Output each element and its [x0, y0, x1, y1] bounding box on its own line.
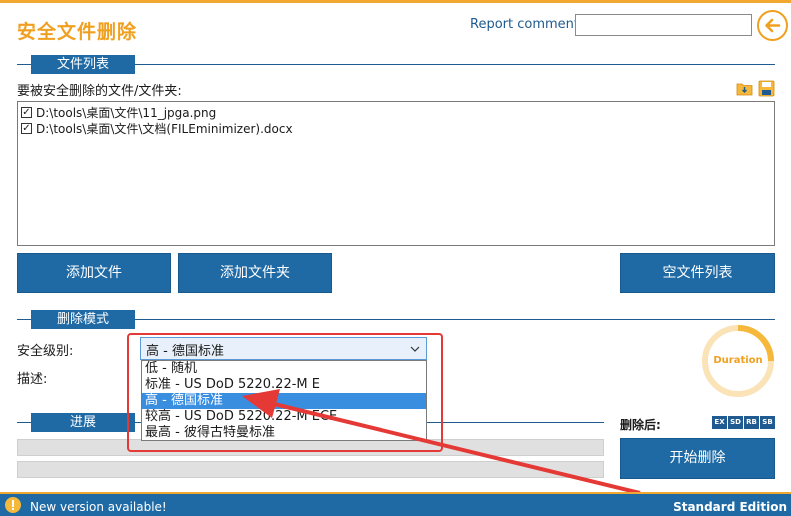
- file-list[interactable]: ✓ D:\tools\桌面\文件\11_jpga.png ✓ D:\tools\…: [17, 101, 775, 246]
- update-button[interactable]: [4, 496, 22, 514]
- progress-bar-total: [17, 461, 604, 478]
- tab-delete-mode: 删除模式: [31, 310, 135, 329]
- arrow-left-icon: [765, 18, 781, 33]
- folder-download-icon: [736, 83, 753, 96]
- file-path: D:\tools\桌面\文件\11_jpga.png: [36, 105, 217, 120]
- description-label: 描述:: [17, 372, 48, 387]
- start-delete-button[interactable]: 开始删除: [620, 438, 775, 479]
- file-path: D:\tools\桌面\文件\文档(FILEminimizer).docx: [36, 121, 293, 136]
- save-icon: [758, 80, 775, 97]
- save-list-button[interactable]: [758, 80, 775, 97]
- edition-label: Standard Edition: [673, 500, 787, 514]
- tab-progress: 进展: [31, 413, 135, 432]
- after-reboot-button[interactable]: RB: [744, 416, 759, 429]
- file-checkbox[interactable]: ✓: [21, 106, 32, 118]
- page-title: 安全文件删除: [17, 21, 138, 43]
- security-level-label: 安全级别:: [17, 344, 74, 359]
- duration-label: Duration: [713, 355, 763, 366]
- list-item[interactable]: ✓ D:\tools\桌面\文件\文档(FILEminimizer).docx: [21, 120, 771, 136]
- open-folder-button[interactable]: [736, 80, 753, 97]
- after-standby-button[interactable]: SB: [760, 416, 775, 429]
- back-button[interactable]: [757, 10, 788, 41]
- report-comment-label: Report comment:: [470, 17, 584, 32]
- after-delete-label: 删除后:: [620, 418, 661, 432]
- list-item[interactable]: ✓ D:\tools\桌面\文件\11_jpga.png: [21, 104, 771, 120]
- add-file-button[interactable]: 添加文件: [17, 253, 171, 293]
- file-list-prompt: 要被安全删除的文件/文件夹:: [17, 84, 182, 99]
- after-shutdown-button[interactable]: SD: [728, 416, 743, 429]
- warning-icon: [5, 497, 21, 513]
- file-checkbox[interactable]: ✓: [21, 122, 32, 134]
- clear-list-button[interactable]: 空文件列表: [620, 253, 775, 293]
- report-comment-input[interactable]: [575, 14, 752, 36]
- after-exit-button[interactable]: EX: [712, 416, 727, 429]
- update-message[interactable]: New version available!: [30, 500, 167, 514]
- add-folder-button[interactable]: 添加文件夹: [178, 253, 332, 293]
- top-accent-bar: [0, 0, 791, 3]
- annotation-highlight-box: [127, 333, 443, 452]
- duration-gauge: Duration: [700, 323, 776, 399]
- tab-file-list: 文件列表: [31, 55, 135, 74]
